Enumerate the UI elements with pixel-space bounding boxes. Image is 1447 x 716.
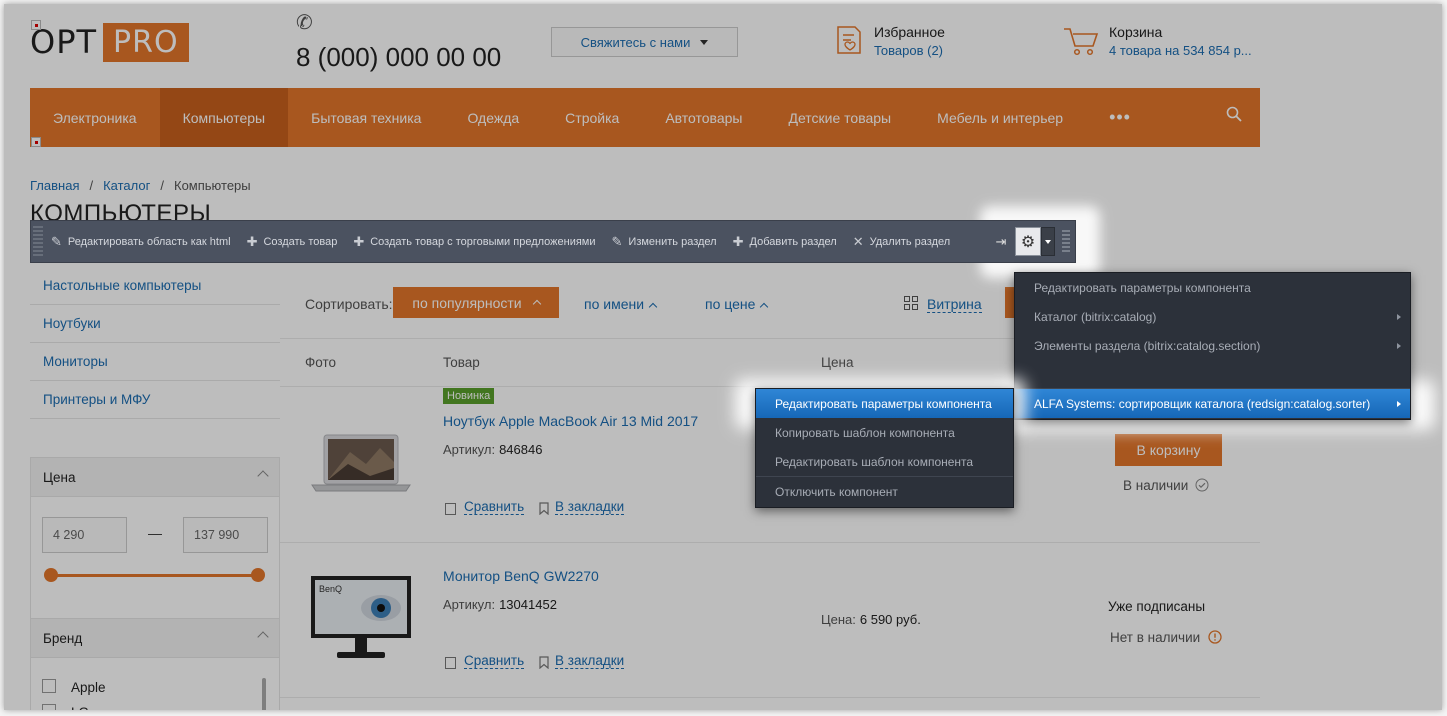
toolbar-create-product-offers-button[interactable]: ✚ Создать товар с торговыми предложениями <box>345 220 603 263</box>
chevron-right-icon <box>1397 314 1401 320</box>
gear-icon[interactable]: ⚙ <box>1015 227 1041 256</box>
toolbar-add-section-button[interactable]: ✚ Добавить раздел <box>725 220 845 263</box>
menu-label: ALFA Systems: сортировщик каталога (reds… <box>1034 396 1371 411</box>
submenu-disable-component[interactable]: Отключить компонент <box>756 477 1013 506</box>
toolbar-delete-section-button[interactable]: ✕ Удалить раздел <box>845 220 958 263</box>
component-context-menu: Редактировать параметры компонента Катал… <box>1014 272 1411 420</box>
pencil-icon: ✎ <box>611 233 623 249</box>
menu-label: Каталог (bitrix:catalog) <box>1034 309 1157 324</box>
menu-edit-component-params[interactable]: Редактировать параметры компонента <box>1015 273 1410 302</box>
toolbar-label: Изменить раздел <box>628 235 717 248</box>
toolbar-edit-html-button[interactable]: ✎ Редактировать область как html <box>43 220 239 263</box>
chevron-right-icon <box>1397 401 1401 407</box>
chevron-down-icon <box>1045 239 1051 244</box>
menu-label: Элементы раздела (bitrix:catalog.section… <box>1034 338 1261 353</box>
toolbar-create-product-button[interactable]: ✚ Создать товар <box>239 220 346 263</box>
close-icon: ✕ <box>852 233 864 249</box>
gear-dropdown-button[interactable] <box>1041 227 1055 256</box>
menu-catalog-sorter-component[interactable]: ALFA Systems: сортировщик каталога (reds… <box>1015 389 1410 418</box>
toolbar-edit-section-button[interactable]: ✎ Изменить раздел <box>604 220 725 263</box>
toolbar-label: Создать товар <box>263 235 338 248</box>
toolbar-label: Удалить раздел <box>869 235 951 248</box>
submenu-copy-template[interactable]: Копировать шаблон компонента <box>756 418 1013 447</box>
pin-icon[interactable]: ⇥ <box>992 231 1010 253</box>
plus-icon: ✚ <box>732 233 744 249</box>
submenu-edit-template[interactable]: Редактировать шаблон компонента <box>756 447 1013 476</box>
component-submenu: Редактировать параметры компонента Копир… <box>755 388 1014 508</box>
admin-toolbar: ✎ Редактировать область как html ✚ Создать… <box>30 220 1076 263</box>
menu-section-elements-component[interactable]: Элементы раздела (bitrix:catalog.section… <box>1015 331 1410 360</box>
pencil-icon: ✎ <box>51 233 62 249</box>
menu-catalog-component[interactable]: Каталог (bitrix:catalog) <box>1015 302 1410 331</box>
toolbar-end-handle[interactable] <box>1062 230 1070 252</box>
submenu-edit-params[interactable]: Редактировать параметры компонента <box>756 389 1013 418</box>
toolbar-label: Добавить раздел <box>749 235 837 248</box>
plus-icon: ✚ <box>246 233 258 249</box>
chevron-right-icon <box>1397 343 1401 349</box>
toolbar-label: Создать товар с торговыми предложениями <box>370 235 596 248</box>
menu-spacer <box>1015 360 1410 388</box>
plus-icon: ✚ <box>353 233 365 249</box>
toolbar-drag-handle[interactable] <box>33 225 43 258</box>
toolbar-label: Редактировать область как html <box>67 235 231 248</box>
